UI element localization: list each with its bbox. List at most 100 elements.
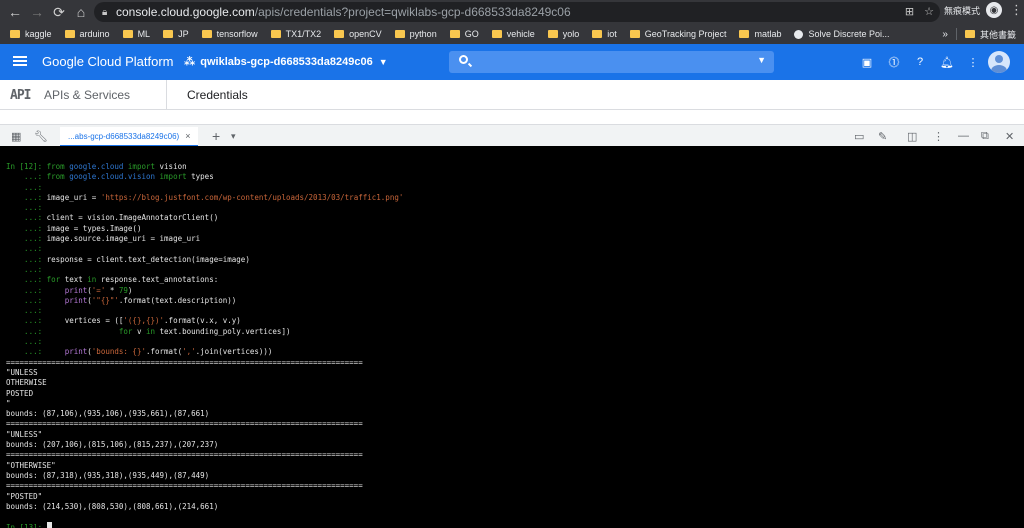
tab-menu-caret-icon[interactable]: ▾ xyxy=(231,129,236,143)
code-token: "UNLESS xyxy=(6,367,38,377)
minimize-icon[interactable]: — xyxy=(958,129,969,143)
input-prompt: In [13]: xyxy=(6,523,47,528)
bookmark-geotracking-project[interactable]: GeoTracking Project xyxy=(629,29,726,39)
bookmark-opencv[interactable]: openCV xyxy=(334,29,382,39)
terminal[interactable]: In [12]: from google.cloud import vision… xyxy=(0,146,1024,528)
hamburger-menu-icon[interactable] xyxy=(12,54,28,70)
close-icon[interactable]: ✕ xyxy=(1005,129,1014,143)
bookmark-arduino[interactable]: arduino xyxy=(64,29,110,39)
code-token: vision xyxy=(159,162,187,171)
folder-icon xyxy=(122,30,133,38)
code-token: ========================================… xyxy=(6,481,363,491)
bookmark-go[interactable]: GO xyxy=(449,29,479,39)
terminal-line: ...: image.source.image_uri = image_uri xyxy=(6,234,1024,244)
terminal-line: ========================================… xyxy=(6,450,1024,460)
code-token: '=' xyxy=(91,285,106,295)
bookmark-ml[interactable]: ML xyxy=(122,29,150,39)
lock-icon: 🔒︎ xyxy=(102,6,108,18)
terminal-line: ========================================… xyxy=(6,419,1024,429)
bookmark-tensorflow[interactable]: tensorflow xyxy=(201,29,258,39)
code-token: image_uri = xyxy=(46,192,101,202)
continuation-prompt: ...: xyxy=(6,203,47,213)
folder-icon xyxy=(449,30,460,38)
bookmark-python[interactable]: python xyxy=(394,29,437,39)
reload-icon[interactable]: ⟳ xyxy=(48,1,70,23)
chrome-menu-icon[interactable]: ⋮ xyxy=(1010,2,1023,18)
bookmark-yolo[interactable]: yolo xyxy=(547,29,579,39)
bookmarks-bar: kaggle arduino ML JP tensorflow TX1/TX2 openCV… xyxy=(0,24,1024,44)
web-preview-icon[interactable]: ◫ xyxy=(907,129,917,143)
code-token: response.text_annotations: xyxy=(100,275,219,285)
incognito-icon[interactable]: ◉ xyxy=(986,2,1003,18)
more-vert-icon[interactable]: ⋮ xyxy=(966,55,980,69)
cloud-shell-toolbar: ▦ 🔧︎ ...abs-gcp-d668533da8249c06) × + ▾ … xyxy=(0,124,1024,147)
code-token: import xyxy=(155,172,192,182)
terminal-line: ...: xyxy=(6,203,1024,213)
globe-icon xyxy=(794,29,804,39)
shell-session-tab[interactable]: ...abs-gcp-d668533da8249c06) × xyxy=(60,127,198,147)
folder-icon xyxy=(270,30,281,38)
folder-icon xyxy=(547,30,558,38)
continuation-prompt: ...: xyxy=(6,254,47,264)
laptop-icon[interactable]: ▭ xyxy=(854,129,864,143)
bookmark-iot[interactable]: iot xyxy=(592,29,617,39)
code-token: ',' xyxy=(182,347,196,357)
wrench-icon[interactable]: 🔧︎ xyxy=(34,129,48,143)
terminal-line: ...: print('bounds: {}'.format(','.join(… xyxy=(6,347,1024,357)
feedback-icon[interactable]: ⓵ xyxy=(887,55,901,69)
page-subheader: API APIs & Services Credentials xyxy=(0,80,1024,110)
bookmark-kaggle[interactable]: kaggle xyxy=(10,29,52,39)
search-input[interactable]: ▼ xyxy=(449,51,774,73)
bookmark-tx1-tx2[interactable]: TX1/TX2 xyxy=(270,29,321,39)
notifications-bell-icon[interactable]: 🔔︎ xyxy=(940,55,954,69)
continuation-prompt: ...: xyxy=(6,244,47,254)
code-token: for xyxy=(118,326,137,336)
code-token: types xyxy=(191,172,214,182)
folder-icon xyxy=(10,30,20,38)
code-token: .format(v.x, v.y) xyxy=(164,316,241,326)
home-icon[interactable]: ⌂ xyxy=(70,1,92,23)
continuation-prompt: ...: xyxy=(6,264,47,274)
code-token: ========================================… xyxy=(6,450,363,460)
more-vert-icon[interactable]: ⋮ xyxy=(933,129,944,143)
cloud-shell-icon[interactable]: ▣ xyxy=(860,55,874,69)
bookmark-matlab[interactable]: matlab xyxy=(739,29,781,39)
code-token: client = vision.ImageAnnotatorClient() xyxy=(46,213,219,223)
code-token: google.cloud xyxy=(69,162,124,171)
bookmark-jp[interactable]: JP xyxy=(163,29,189,39)
url-bar[interactable]: 🔒︎ console.cloud.google.com/apis/credent… xyxy=(94,2,940,22)
edit-pencil-icon[interactable]: ✎ xyxy=(878,129,887,143)
code-token: image.source.image_uri = image_uri xyxy=(46,234,201,244)
continuation-prompt: ...: xyxy=(6,295,47,305)
close-icon[interactable]: × xyxy=(185,131,190,141)
bookmark-vehicle[interactable]: vehicle xyxy=(491,29,535,39)
open-new-window-icon[interactable]: ⧉ xyxy=(981,129,989,143)
account-avatar[interactable] xyxy=(988,51,1010,73)
code-token: response = client.text_detection(image=i… xyxy=(46,254,250,264)
project-name: qwiklabs-gcp-d668533da8249c06 xyxy=(200,55,373,68)
bookmark-star-icon[interactable]: ☆ xyxy=(924,5,934,18)
more-bookmarks-chevron-icon[interactable]: » xyxy=(942,29,948,40)
translate-icon[interactable]: ⊞ xyxy=(905,5,914,18)
bookmark-solve-discrete[interactable]: Solve Discrete Poi... xyxy=(794,29,890,39)
code-editor-icon[interactable]: ▦ xyxy=(11,129,21,143)
back-arrow-icon[interactable]: ← xyxy=(4,1,26,23)
help-icon[interactable]: ? xyxy=(913,55,927,69)
other-bookmarks-label: 其他書籤 xyxy=(979,29,1016,40)
search-icon xyxy=(459,55,468,64)
project-selector[interactable]: ⁂ qwiklabs-gcp-d668533da8249c06 ▼ xyxy=(184,55,388,69)
bookmark-label: kaggle xyxy=(25,29,52,39)
forward-arrow-icon[interactable]: → xyxy=(26,1,48,23)
code-token: bounds: (87,318),(935,318),(935,449),(87… xyxy=(6,470,210,480)
chevron-down-icon[interactable]: ▼ xyxy=(757,55,766,65)
browser-address-bar: ← → ⟳ ⌂ 🔒︎ console.cloud.google.com/apis… xyxy=(0,0,1024,24)
other-bookmarks-folder[interactable]: 其他書籤 xyxy=(964,28,1016,41)
section-title[interactable]: APIs & Services xyxy=(44,88,130,102)
code-token: OTHERWISE xyxy=(6,378,47,388)
code-token: bounds: (207,106),(815,106),(815,237),(2… xyxy=(6,440,219,450)
gcp-title[interactable]: Google Cloud Platform xyxy=(42,54,174,69)
code-token: .format(text.description)) xyxy=(118,295,237,305)
terminal-line: POSTED xyxy=(6,389,1024,399)
add-tab-icon[interactable]: + xyxy=(212,128,220,144)
